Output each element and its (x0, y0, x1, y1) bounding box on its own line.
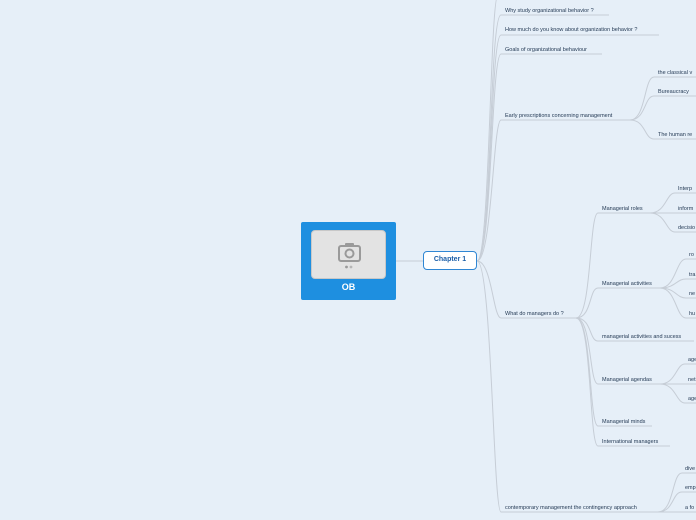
leaf-agenda-2[interactable]: age (688, 395, 696, 403)
leaf-focus[interactable]: a fo (685, 504, 694, 512)
leaf-networking[interactable]: ne (689, 290, 695, 298)
topic-what-do-managers-do[interactable]: What do managers do ? (505, 310, 564, 318)
topic-how-much[interactable]: How much do you know about organization … (505, 26, 637, 34)
leaf-decisional[interactable]: decisio (678, 224, 695, 232)
leaf-informational[interactable]: inform (678, 205, 693, 213)
camera-icon (338, 243, 361, 269)
topic-goals[interactable]: Goals of organizational behaviour (505, 46, 587, 54)
leaf-network[interactable]: net (688, 376, 696, 384)
leaf-traditional[interactable]: tra (689, 271, 695, 279)
subtopic-activities-success[interactable]: managerial activities and sucess (602, 333, 681, 341)
root-title: OB (341, 282, 356, 292)
leaf-diversity[interactable]: dive (685, 465, 695, 473)
subtopic-international-managers[interactable]: International managers (602, 438, 658, 446)
subtopic-human-relations[interactable]: The human re (658, 131, 692, 139)
leaf-agenda-1[interactable]: age (688, 356, 696, 364)
subtopic-managerial-roles[interactable]: Managerial roles (602, 205, 643, 213)
topic-contemporary-management[interactable]: contemporary management the contingency … (505, 504, 637, 512)
subtopic-managerial-activities[interactable]: Managerial activities (602, 280, 652, 288)
leaf-empowerment[interactable]: emp (685, 484, 696, 492)
subtopic-classical[interactable]: the classical v (658, 69, 692, 77)
topic-chapter-1[interactable]: Chapter 1 (423, 251, 477, 270)
leaf-interpersonal[interactable]: Interp (678, 185, 692, 193)
subtopic-bureaucracy[interactable]: Bureaucracy (658, 88, 689, 96)
root-image (311, 230, 386, 279)
leaf-human-resource[interactable]: hu (689, 310, 695, 318)
topic-why-study[interactable]: Why study organizational behavior ? (505, 7, 594, 15)
topic-early-prescriptions[interactable]: Early prescriptions concerning managemen… (505, 112, 612, 120)
root-node[interactable]: OB (301, 222, 396, 300)
leaf-routine[interactable]: ro (689, 251, 694, 259)
subtopic-managerial-minds[interactable]: Managerial minds (602, 418, 645, 426)
subtopic-managerial-agendas[interactable]: Managerial agendas (602, 376, 652, 384)
